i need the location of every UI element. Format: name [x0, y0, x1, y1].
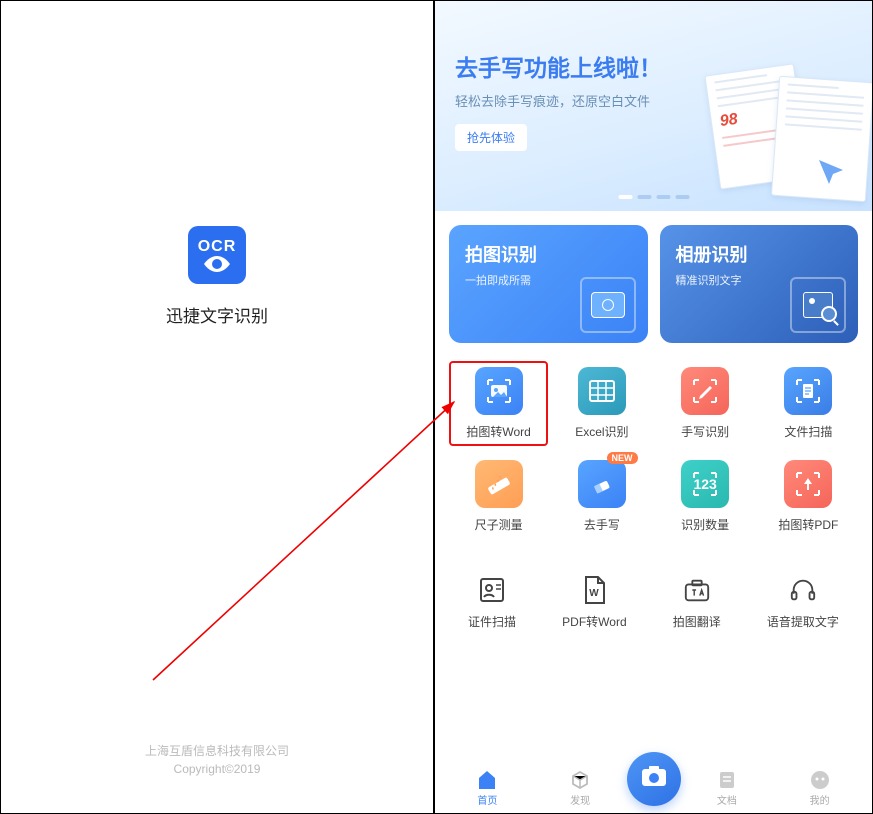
camera-plus-icon — [640, 764, 668, 793]
translate-camera-icon — [681, 575, 713, 605]
feature-label: 手写识别 — [681, 423, 729, 440]
camera-ocr-card[interactable]: 拍图识别 一拍即成所需 — [449, 225, 648, 343]
remove-handwriting[interactable]: NEW 去手写 — [552, 454, 651, 539]
secondary-feature-row: 证件扫描 W PDF转Word 拍图翻译 语音提取文字 — [435, 547, 872, 630]
ruler-icon — [475, 460, 523, 508]
file-scan[interactable]: 文件扫描 — [759, 361, 858, 446]
tab-label: 文档 — [717, 792, 737, 807]
table-icon — [578, 367, 626, 415]
feature-label: 识别数量 — [681, 516, 729, 533]
feature-label: 去手写 — [584, 516, 620, 533]
cube-icon — [569, 770, 591, 790]
bottom-tab-bar: 首页 发现 文档 我的 — [435, 761, 872, 813]
headset-icon — [787, 575, 819, 605]
doc-icon — [716, 770, 738, 790]
arrow-cursor-icon — [815, 156, 847, 196]
id-scan[interactable]: 证件扫描 — [468, 575, 516, 630]
tab-me[interactable]: 我的 — [773, 770, 866, 807]
home-icon — [476, 770, 498, 790]
ocr-text-icon: OCR — [198, 238, 237, 256]
card-title: 拍图识别 — [465, 241, 632, 267]
feature-label: 拍图转Word — [466, 423, 530, 440]
eye-icon — [204, 256, 230, 272]
tab-label: 首页 — [477, 792, 497, 807]
id-card-icon — [476, 575, 508, 605]
word-doc-icon: W — [578, 575, 610, 605]
app-name: 迅捷文字识别 — [1, 302, 433, 327]
count-ocr[interactable]: 123 识别数量 — [656, 454, 755, 539]
promo-banner[interactable]: 去手写功能上线啦！ 轻松去除手写痕迹，还原空白文件 抢先体验 98 — [435, 1, 872, 211]
app-logo: OCR — [188, 226, 246, 284]
number-frame-icon: 123 — [681, 460, 729, 508]
image-frame-icon — [475, 367, 523, 415]
feature-label: 拍图转PDF — [778, 516, 838, 533]
photo-translate[interactable]: 拍图翻译 — [673, 575, 721, 630]
album-search-icon — [790, 277, 846, 333]
tab-label: 我的 — [810, 792, 830, 807]
handwriting-ocr[interactable]: 手写识别 — [656, 361, 755, 446]
tab-discover[interactable]: 发现 — [534, 770, 627, 807]
pdf-to-word[interactable]: W PDF转Word — [562, 575, 626, 630]
secondary-label: PDF转Word — [562, 613, 626, 630]
company-text: 上海互盾信息科技有限公司 — [1, 742, 433, 760]
pdf-frame-icon — [784, 460, 832, 508]
eraser-icon — [578, 460, 626, 508]
camera-fab-button[interactable] — [627, 752, 681, 806]
new-badge: NEW — [607, 452, 638, 464]
profile-icon — [809, 770, 831, 790]
try-now-button[interactable]: 抢先体验 — [455, 124, 527, 151]
number-text: 123 — [693, 476, 716, 492]
photo-to-pdf[interactable]: 拍图转PDF — [759, 454, 858, 539]
feature-label: 尺子测量 — [475, 516, 523, 533]
ruler-measure[interactable]: 尺子测量 — [449, 454, 548, 539]
secondary-label: 语音提取文字 — [767, 613, 839, 630]
voice-to-text[interactable]: 语音提取文字 — [767, 575, 839, 630]
photo-to-word[interactable]: 拍图转Word — [449, 361, 548, 446]
document-frame-icon — [784, 367, 832, 415]
secondary-label: 拍图翻译 — [673, 613, 721, 630]
copyright-text: Copyright©2019 — [1, 760, 433, 778]
secondary-label: 证件扫描 — [468, 613, 516, 630]
splash-screen: OCR 迅捷文字识别 上海互盾信息科技有限公司 Copyright©2019 — [1, 1, 435, 813]
w-letter: W — [590, 588, 600, 599]
feature-label: Excel识别 — [575, 423, 628, 440]
pen-frame-icon — [681, 367, 729, 415]
tab-docs[interactable]: 文档 — [681, 770, 774, 807]
main-app-screen: 去手写功能上线啦！ 轻松去除手写痕迹，还原空白文件 抢先体验 98 — [435, 1, 872, 813]
album-ocr-card[interactable]: 相册识别 精准识别文字 — [660, 225, 859, 343]
feature-label: 文件扫描 — [784, 423, 832, 440]
excel-ocr[interactable]: Excel识别 — [552, 361, 651, 446]
tab-home[interactable]: 首页 — [441, 770, 534, 807]
carousel-dots[interactable] — [618, 195, 689, 199]
tab-label: 发现 — [570, 792, 590, 807]
camera-frame-icon — [580, 277, 636, 333]
card-title: 相册识别 — [676, 241, 843, 267]
feature-grid: 拍图转Word Excel识别 手写识别 文件扫描 — [435, 343, 872, 547]
